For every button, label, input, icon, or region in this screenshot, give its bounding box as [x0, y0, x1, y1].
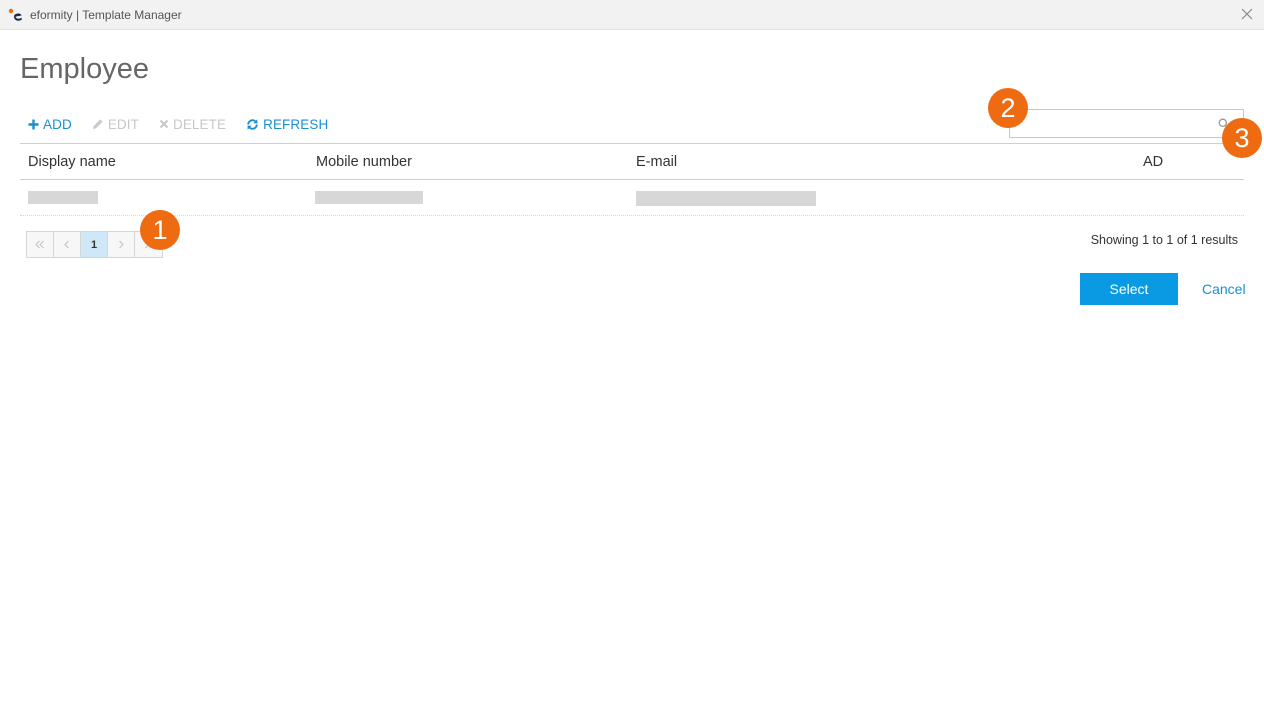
refresh-button[interactable]: REFRESH — [246, 117, 328, 132]
table-header: Display name Mobile number E-mail AD — [20, 143, 1244, 180]
chevron-left-icon — [64, 240, 69, 249]
previous-page-button[interactable] — [54, 232, 81, 257]
column-header-display-name[interactable]: Display name — [28, 154, 116, 170]
x-icon — [159, 119, 169, 129]
callout-badge-3: 3 — [1222, 118, 1262, 158]
add-button[interactable]: ADD — [28, 117, 72, 132]
refresh-icon — [247, 118, 258, 130]
column-header-ad[interactable]: AD — [1143, 154, 1163, 170]
redacted-display-name — [28, 191, 98, 204]
callout-badge-1: 1 — [140, 210, 180, 250]
search-input[interactable] — [1010, 110, 1210, 137]
callout-badge-2: 2 — [988, 88, 1028, 128]
first-page-button[interactable] — [27, 232, 54, 257]
eformity-logo-icon — [8, 8, 22, 21]
chevron-right-icon — [119, 240, 124, 249]
window-title: eformity | Template Manager — [30, 8, 182, 22]
next-page-button[interactable] — [108, 232, 135, 257]
pencil-icon — [92, 119, 103, 129]
column-header-mobile-number[interactable]: Mobile number — [316, 154, 412, 170]
close-icon[interactable] — [1238, 5, 1256, 23]
delete-button-label: DELETE — [172, 116, 227, 132]
edit-button[interactable]: EDIT — [92, 117, 139, 132]
cancel-link[interactable]: Cancel — [1202, 281, 1246, 297]
redacted-email — [636, 191, 816, 206]
results-summary: Showing 1 to 1 of 1 results — [1090, 233, 1238, 247]
table-row[interactable] — [20, 180, 1244, 216]
employee-table: Display name Mobile number E-mail AD — [20, 143, 1244, 216]
double-chevron-left-icon — [35, 240, 44, 249]
refresh-button-label: REFRESH — [263, 116, 329, 132]
plus-icon — [28, 119, 39, 129]
delete-button[interactable]: DELETE — [159, 117, 226, 132]
page-number-button[interactable]: 1 — [81, 232, 108, 257]
page-title: Employee — [20, 53, 149, 85]
title-bar: eformity | Template Manager — [0, 0, 1264, 30]
column-header-email[interactable]: E-mail — [636, 154, 677, 170]
select-button[interactable]: Select — [1080, 273, 1178, 305]
redacted-mobile-number — [315, 191, 423, 204]
edit-button-label: EDIT — [107, 116, 139, 132]
search-box — [1009, 109, 1244, 138]
toolbar: ADD EDIT DELETE REFRESH — [28, 115, 348, 133]
add-button-label: ADD — [43, 116, 72, 132]
